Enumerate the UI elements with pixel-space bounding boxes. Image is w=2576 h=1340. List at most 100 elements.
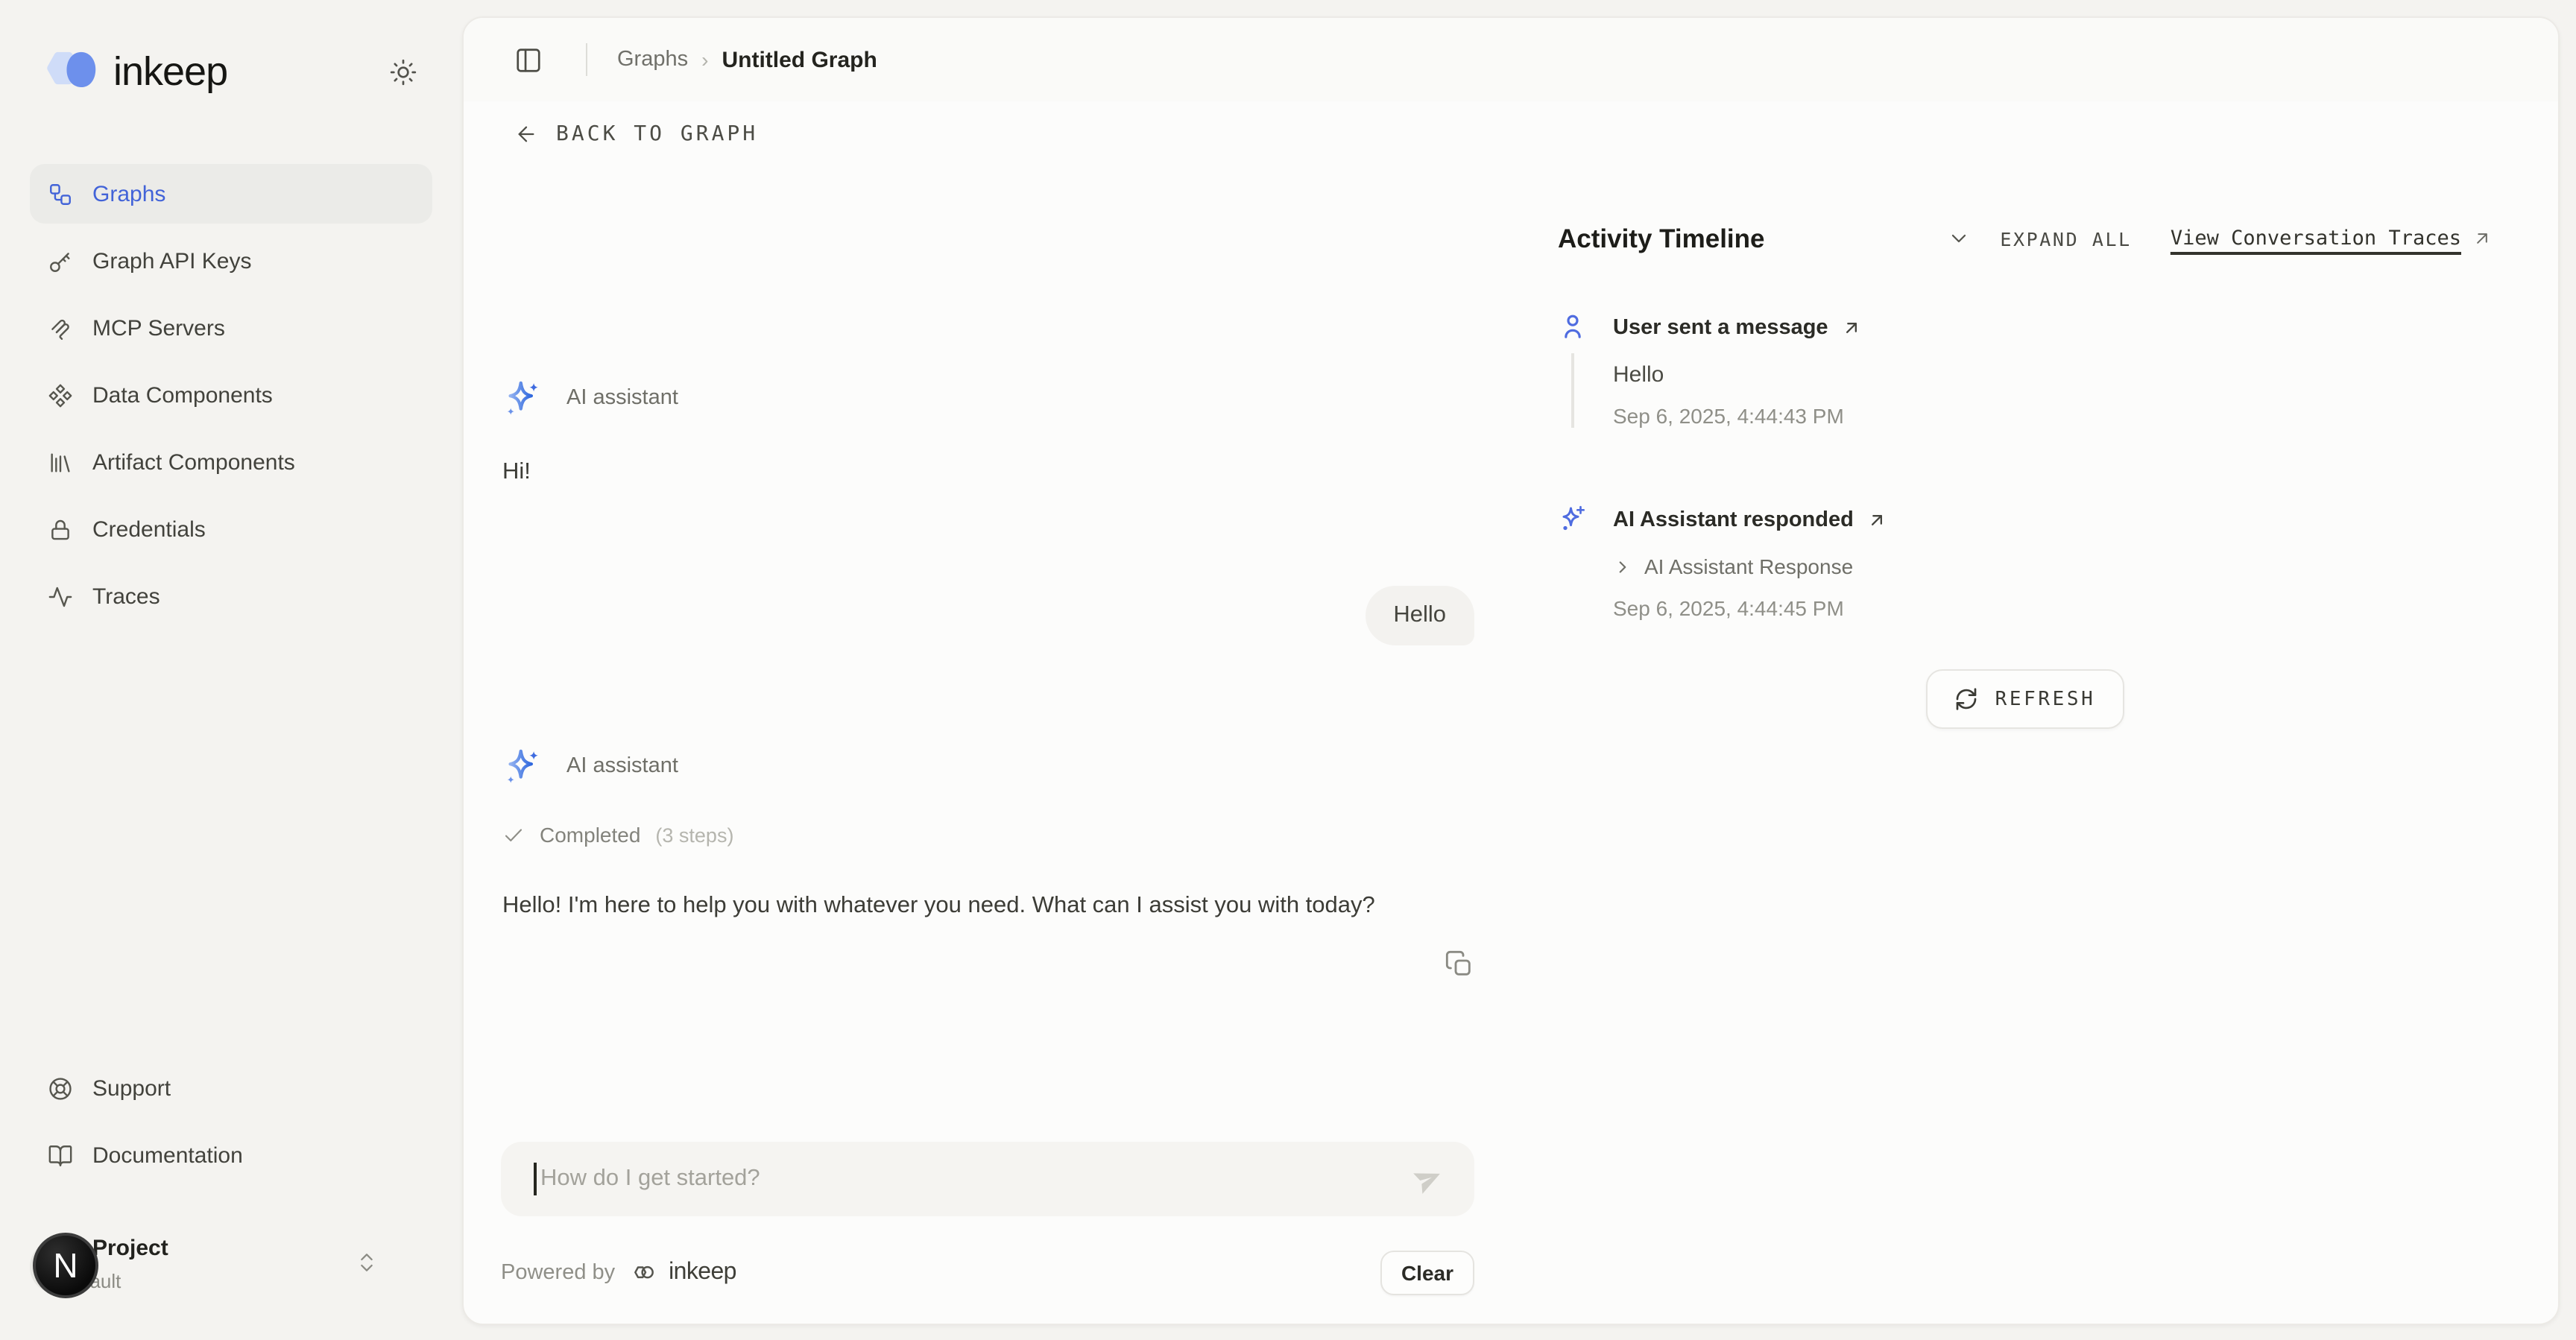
timeline-item-title-row[interactable]: User sent a message <box>1613 312 1863 344</box>
powered-by-brand: inkeep <box>669 1259 736 1286</box>
sidebar-item-label: Credentials <box>92 516 206 542</box>
message-actions <box>502 949 1474 979</box>
refresh-row: REFRESH <box>1558 669 2493 729</box>
expand-all-button[interactable]: EXPAND ALL <box>2000 227 2132 250</box>
sidebar-item-graph-api-keys[interactable]: Graph API Keys <box>30 231 432 291</box>
chat-footer: Powered by inkeep Clear <box>501 1248 1474 1297</box>
sidebar-item-label: Data Components <box>92 382 273 408</box>
assistant-message-text: Hi! <box>502 459 1474 486</box>
back-to-graph-label: BACK TO GRAPH <box>556 122 758 146</box>
theme-toggle-button[interactable] <box>389 57 417 86</box>
timeline-rail <box>1558 504 1588 620</box>
sidebar-item-artifact-components[interactable]: Artifact Components <box>30 432 432 492</box>
arrow-up-right-icon <box>1842 317 1863 338</box>
view-conversation-traces-link[interactable]: View Conversation Traces <box>2171 227 2493 250</box>
timeline-item-title-row[interactable]: AI Assistant responded <box>1613 504 1888 537</box>
timeline-list: User sent a message Hello Sep 6, 2025, 4… <box>1558 312 2493 620</box>
timeline-item-title: AI Assistant responded <box>1613 508 1854 532</box>
sparkles-icon <box>502 378 543 418</box>
timeline-item-title: User sent a message <box>1613 316 1828 340</box>
component-icon <box>48 382 73 408</box>
main-card: Graphs › Untitled Graph BACK TO GRAPH <box>462 16 2560 1325</box>
sidebar-toggle-button[interactable] <box>514 45 543 74</box>
timeline-title: Activity Timeline <box>1558 223 1765 254</box>
send-button[interactable] <box>1412 1163 1445 1195</box>
powered-by-text: Powered by <box>501 1260 615 1284</box>
timeline-item-timestamp: Sep 6, 2025, 4:44:43 PM <box>1613 404 1863 428</box>
arrow-left-icon <box>514 122 538 146</box>
refresh-icon <box>1955 687 1979 711</box>
life-buoy-icon <box>48 1075 73 1101</box>
timeline-tools: EXPAND ALL View Conversation Traces <box>1946 227 2493 250</box>
sun-icon <box>389 57 417 86</box>
timeline-item: AI Assistant responded AI Assistant Resp… <box>1558 504 2493 620</box>
breadcrumb-parent-link[interactable]: Graphs <box>617 48 688 72</box>
inkeep-mark-icon <box>628 1257 658 1287</box>
powered-by: Powered by inkeep <box>501 1257 736 1287</box>
sidebar-item-data-components[interactable]: Data Components <box>30 365 432 425</box>
assistant-message-group: AI assistant Completed (3 steps) Hello! … <box>502 745 1474 979</box>
send-icon <box>1412 1163 1445 1195</box>
assistant-header: AI assistant <box>502 745 1474 787</box>
chevron-down-icon <box>1946 227 1970 250</box>
collapse-toggle-button[interactable] <box>1946 227 1970 250</box>
view-traces-label: View Conversation Traces <box>2171 227 2461 250</box>
chevrons-up-down-icon <box>355 1251 379 1274</box>
copy-button[interactable] <box>1445 949 1474 979</box>
sidebar-item-label: Support <box>92 1075 171 1101</box>
chat-input[interactable]: How do I get started? <box>501 1142 1474 1216</box>
sidebar-item-label: MCP Servers <box>92 315 225 341</box>
timeline-item-body: Hello <box>1613 358 1863 391</box>
sidebar-item-label: Artifact Components <box>92 449 295 475</box>
user-message-row: Hello <box>502 586 1474 645</box>
sidebar-item-graphs[interactable]: Graphs <box>30 164 432 224</box>
sidebar-item-label: Traces <box>92 584 160 609</box>
clear-button[interactable]: Clear <box>1380 1250 1474 1295</box>
status-label: Completed <box>540 823 640 847</box>
user-message-bubble: Hello <box>1365 586 1474 645</box>
sparkles-icon <box>1558 504 1588 534</box>
assistant-response-toggle[interactable]: AI Assistant Response <box>1613 550 1888 583</box>
app-root: inkeep Graphs Graph API Keys MCP Servers <box>0 0 2576 1340</box>
logo-wordmark: inkeep <box>113 48 227 95</box>
panel-left-icon <box>514 45 543 74</box>
timeline-connector <box>1572 353 1574 428</box>
workflow-icon <box>48 181 73 206</box>
assistant-name-label: AI assistant <box>566 386 678 410</box>
completion-status-row[interactable]: Completed (3 steps) <box>502 823 1474 847</box>
back-to-graph-button[interactable]: BACK TO GRAPH <box>514 122 758 146</box>
check-icon <box>502 824 525 846</box>
assistant-response-label: AI Assistant Response <box>1644 554 1853 578</box>
sidebar-item-support[interactable]: Support <box>30 1058 432 1118</box>
breadcrumb-separator-icon: › <box>701 48 708 72</box>
nextjs-dev-badge[interactable]: N <box>33 1233 98 1298</box>
chat-panel: AI assistant Hi! Hello AI assistant <box>464 167 1513 1324</box>
assistant-name-label: AI assistant <box>566 754 678 778</box>
key-icon <box>48 248 73 274</box>
inkeep-logo-icon <box>39 40 101 103</box>
sidebar: inkeep Graphs Graph API Keys MCP Servers <box>0 0 462 1340</box>
book-open-icon <box>48 1143 73 1168</box>
project-label: Project <box>92 1236 168 1261</box>
activity-timeline-panel: Activity Timeline EXPAND ALL View Conver… <box>1513 167 2558 1324</box>
timeline-header: Activity Timeline EXPAND ALL View Conver… <box>1558 221 2493 256</box>
user-icon <box>1558 312 1588 341</box>
content-row: AI assistant Hi! Hello AI assistant <box>464 167 2558 1324</box>
copy-icon <box>1445 949 1474 979</box>
refresh-button[interactable]: REFRESH <box>1927 669 2124 729</box>
breadcrumb-bar: Graphs › Untitled Graph <box>464 18 2558 101</box>
breadcrumb-current: Untitled Graph <box>722 47 877 72</box>
assistant-message-text: Hello! I'm here to help you with whateve… <box>502 885 1424 926</box>
sidebar-item-documentation[interactable]: Documentation <box>30 1125 432 1185</box>
library-icon <box>48 449 73 475</box>
divider <box>586 43 587 76</box>
sidebar-item-credentials[interactable]: Credentials <box>30 499 432 559</box>
assistant-message-group: AI assistant Hi! <box>502 377 1474 486</box>
sidebar-item-traces[interactable]: Traces <box>30 566 432 626</box>
timeline-item-content: AI Assistant responded AI Assistant Resp… <box>1613 504 1888 620</box>
timeline-item: User sent a message Hello Sep 6, 2025, 4… <box>1558 312 2493 504</box>
chat-input-placeholder: How do I get started? <box>540 1166 1412 1192</box>
arrow-up-right-icon <box>1867 510 1888 531</box>
sidebar-item-mcp-servers[interactable]: MCP Servers <box>30 298 432 358</box>
sparkles-icon <box>502 746 543 786</box>
